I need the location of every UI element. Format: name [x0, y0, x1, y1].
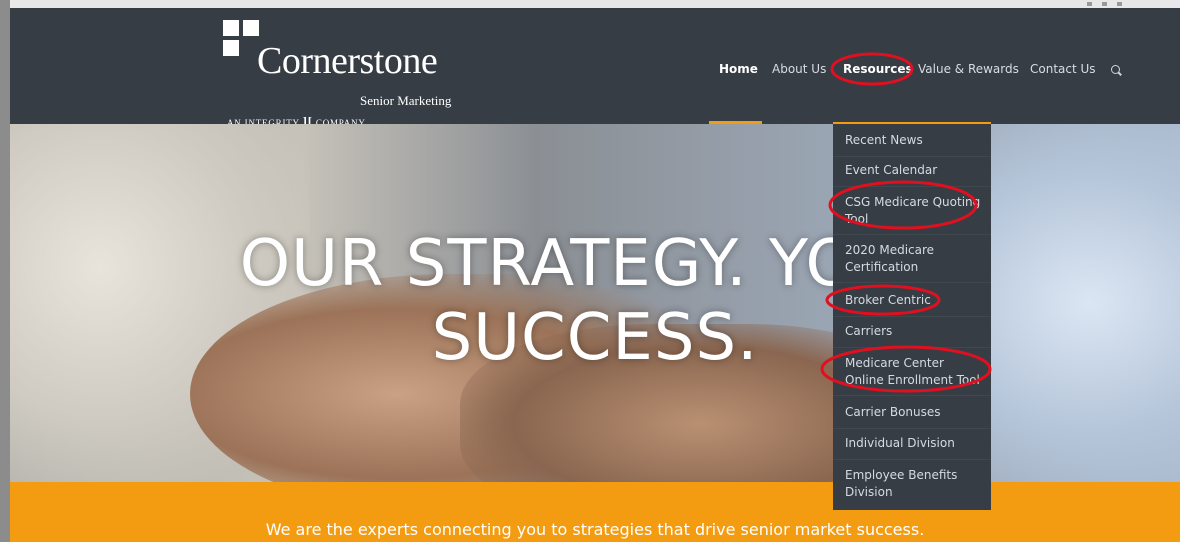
- dropdown-divider: [833, 234, 991, 235]
- linkedin-icon[interactable]: [1087, 2, 1092, 6]
- logo-square: [223, 20, 239, 36]
- dropdown-item-employee-benefits[interactable]: Employee Benefits Division: [845, 467, 985, 501]
- dropdown-item-carrier-bonuses[interactable]: Carrier Bonuses: [845, 404, 985, 421]
- social-icons: [1087, 0, 1122, 8]
- orange-banner: We are the experts connecting you to str…: [10, 482, 1180, 542]
- dropdown-item-medicare-certification[interactable]: 2020 Medicare Certification: [845, 242, 985, 276]
- hero-headline-line1: OUR STRATEGY. YOUR: [239, 227, 951, 301]
- hero-banner: OUR STRATEGY. YOUR SUCCESS.: [10, 124, 1180, 482]
- nav-about-us[interactable]: About Us: [772, 62, 826, 76]
- logo-square: [243, 20, 259, 36]
- banner-text: We are the experts connecting you to str…: [265, 520, 925, 539]
- dropdown-item-enrollment-tool[interactable]: Medicare Center Online Enrollment Tool: [845, 355, 985, 389]
- logo-subtitle: Senior Marketing: [360, 93, 452, 108]
- twitter-icon[interactable]: [1117, 2, 1122, 6]
- dropdown-item-recent-news[interactable]: Recent News: [845, 132, 985, 149]
- facebook-icon[interactable]: [1102, 2, 1107, 6]
- hero-headline: OUR STRATEGY. YOUR SUCCESS.: [10, 227, 1180, 375]
- nav-resources[interactable]: Resources: [843, 62, 913, 76]
- dropdown-item-broker-centric[interactable]: Broker Centric: [845, 292, 985, 309]
- logo-wordmark: Cornerstone: [257, 40, 438, 82]
- hero-headline-line2: SUCCESS.: [431, 301, 759, 375]
- resources-dropdown-menu: Recent News Event Calendar CSG Medicare …: [833, 122, 991, 510]
- logo-square: [223, 40, 239, 56]
- nav-value-rewards[interactable]: Value & Rewards: [918, 62, 1019, 76]
- dropdown-divider: [833, 428, 991, 429]
- nav-contact-us[interactable]: Contact Us: [1030, 62, 1096, 76]
- cornerstone-logo[interactable]: Cornerstone Senior Marketing AN INTEGRIT…: [215, 20, 485, 130]
- dropdown-divider: [833, 186, 991, 187]
- dropdown-item-csg-quoting-tool[interactable]: CSG Medicare Quoting Tool: [845, 194, 985, 228]
- dropdown-item-event-calendar[interactable]: Event Calendar: [845, 162, 985, 179]
- dropdown-divider: [833, 395, 991, 396]
- nav-home[interactable]: Home: [719, 62, 758, 76]
- search-icon[interactable]: [1111, 65, 1120, 74]
- dropdown-divider: [833, 459, 991, 460]
- dropdown-item-individual-division[interactable]: Individual Division: [845, 435, 985, 452]
- dropdown-divider: [833, 156, 991, 157]
- dropdown-divider: [833, 282, 991, 283]
- dropdown-item-carriers[interactable]: Carriers: [845, 323, 985, 340]
- dropdown-divider: [833, 347, 991, 348]
- top-utility-bar: [10, 0, 1180, 8]
- dropdown-divider: [833, 316, 991, 317]
